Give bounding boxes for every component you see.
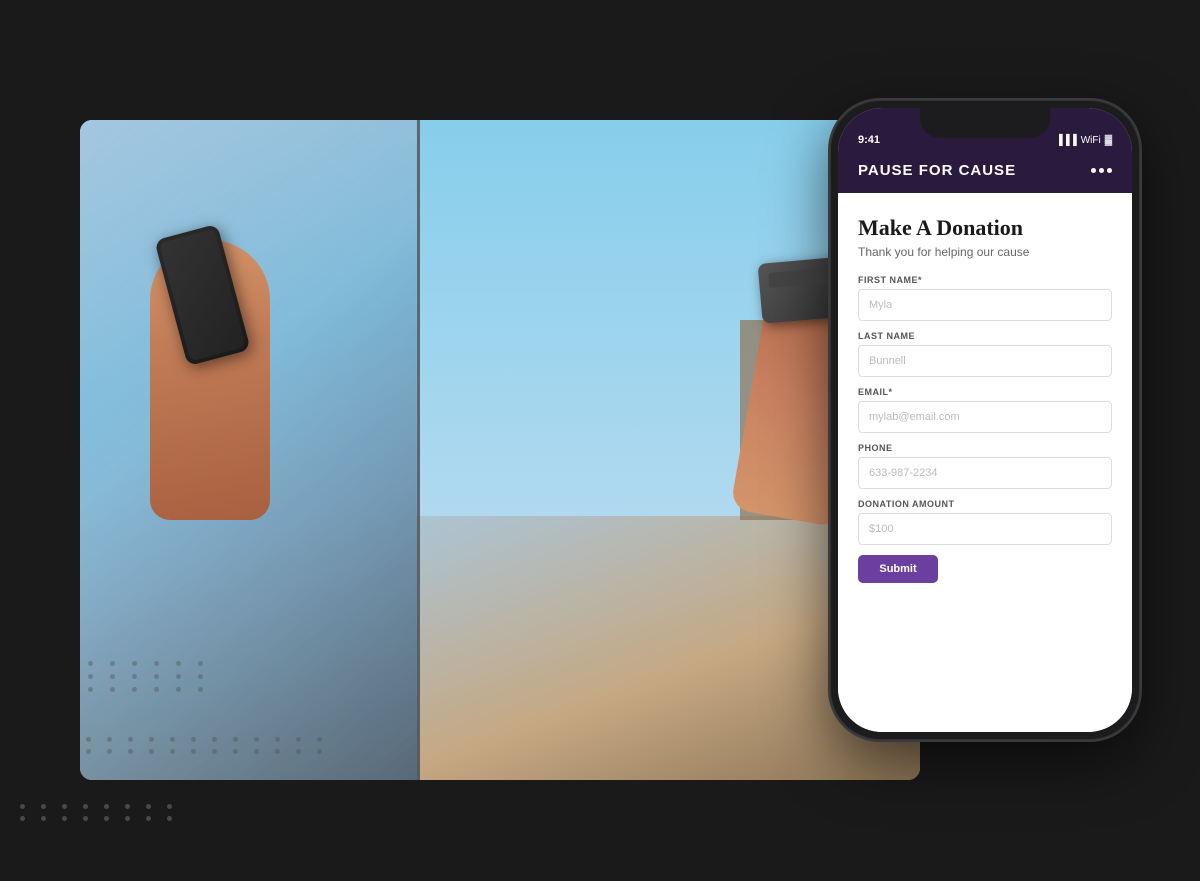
phone-notch [920, 108, 1050, 138]
phone-mockup: 9:41 ▐▐▐ WiFi ▓ PAUSE FOR CAUSE Make A D… [830, 100, 1140, 740]
donation-amount-placeholder: $100 [869, 523, 893, 535]
form-title: Make A Donation [858, 215, 1112, 241]
last-name-field[interactable]: LAST NAME Bunnell [858, 331, 1112, 377]
email-placeholder: mylab@email.com [869, 411, 960, 423]
wifi-icon: WiFi [1081, 135, 1101, 146]
first-name-label: FIRST NAME* [858, 275, 1112, 285]
dot-grid-bottom [80, 731, 337, 760]
dot-grid-outer-left [20, 804, 181, 821]
last-name-input[interactable]: Bunnell [858, 345, 1112, 377]
first-name-placeholder: Myla [869, 299, 892, 311]
battery-icon: ▓ [1105, 135, 1112, 146]
app-header: PAUSE FOR CAUSE [838, 152, 1132, 193]
dot-grid-left [80, 653, 220, 700]
first-name-input[interactable]: Myla [858, 289, 1112, 321]
first-name-field[interactable]: FIRST NAME* Myla [858, 275, 1112, 321]
email-input[interactable]: mylab@email.com [858, 401, 1112, 433]
donation-amount-label: DONATION AMOUNT [858, 499, 1112, 509]
header-menu-dots[interactable] [1091, 168, 1112, 173]
phone-placeholder: 633-987-2234 [869, 467, 938, 479]
donation-amount-field[interactable]: DONATION AMOUNT $100 [858, 499, 1112, 545]
phone-label: PHONE [858, 443, 1112, 453]
phone-screen: 9:41 ▐▐▐ WiFi ▓ PAUSE FOR CAUSE Make A D… [838, 108, 1132, 732]
submit-button[interactable]: Submit [858, 555, 938, 583]
app-title: PAUSE FOR CAUSE [858, 162, 1016, 179]
phone-input[interactable]: 633-987-2234 [858, 457, 1112, 489]
signal-icon: ▐▐▐ [1055, 135, 1076, 146]
left-hand [120, 200, 320, 520]
last-name-placeholder: Bunnell [869, 355, 906, 367]
email-field[interactable]: EMAIL* mylab@email.com [858, 387, 1112, 433]
photo-scene [80, 120, 920, 780]
form-subtitle: Thank you for helping our cause [858, 245, 1112, 259]
status-time: 9:41 [858, 134, 880, 146]
donation-amount-input[interactable]: $100 [858, 513, 1112, 545]
email-label: EMAIL* [858, 387, 1112, 397]
status-icons: ▐▐▐ WiFi ▓ [1055, 135, 1112, 146]
donation-form: Make A Donation Thank you for helping ou… [838, 193, 1132, 732]
phone-field[interactable]: PHONE 633-987-2234 [858, 443, 1112, 489]
last-name-label: LAST NAME [858, 331, 1112, 341]
